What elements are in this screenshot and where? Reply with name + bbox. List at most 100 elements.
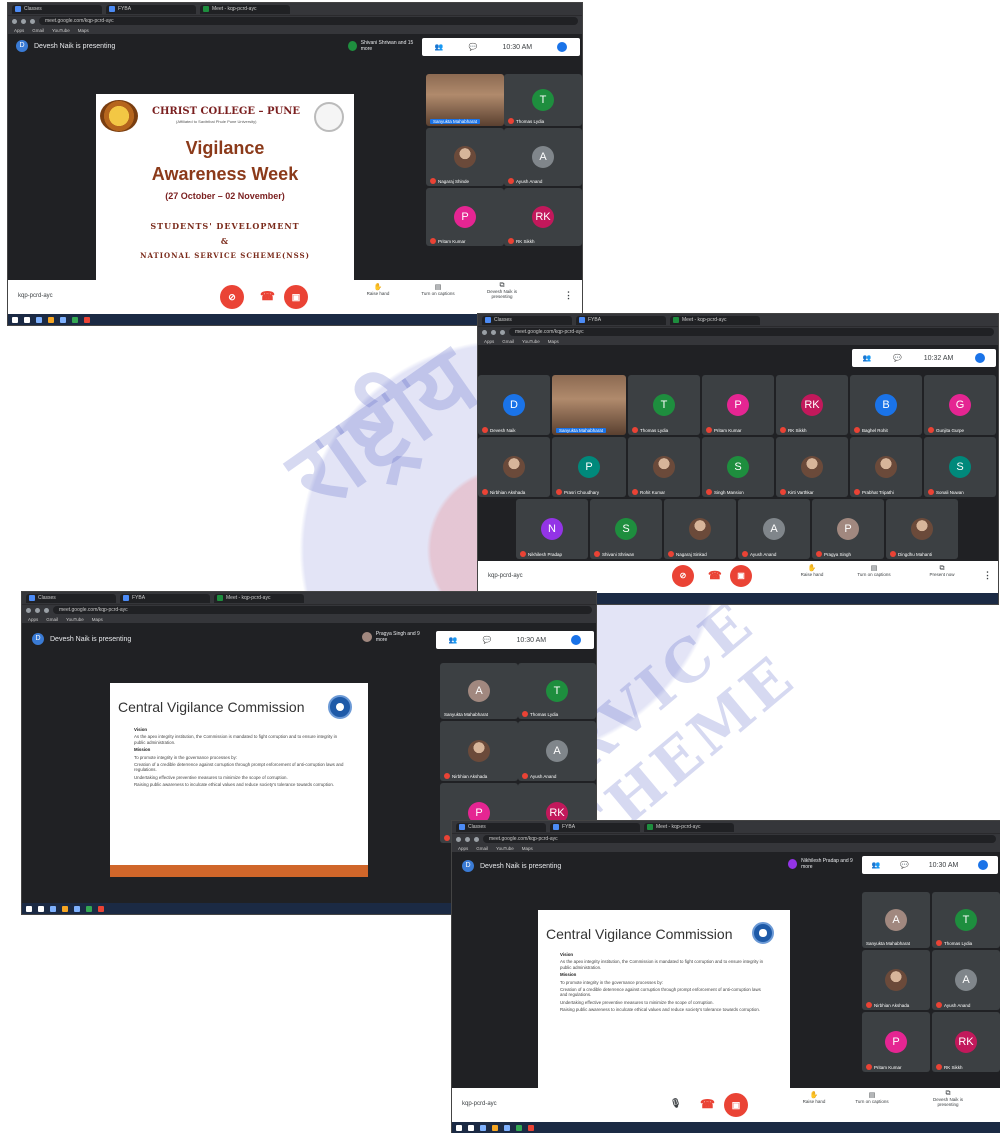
bookmark-apps[interactable]: Apps	[484, 339, 494, 344]
bookmark-apps[interactable]: Apps	[14, 28, 24, 33]
chat-icon[interactable]: 💬	[469, 43, 478, 51]
forward-icon[interactable]	[21, 18, 26, 24]
presenting-button[interactable]: ⧉ Devesh Naik is presenting	[482, 282, 522, 299]
chrome-icon[interactable]	[516, 1124, 522, 1131]
tab-meet[interactable]: Meet - kqp-pcrd-ayc	[214, 593, 304, 603]
participant-tile[interactable]: S Shivani Shriwan	[590, 499, 662, 559]
tab-classes[interactable]: Classes	[26, 593, 116, 603]
tab-classes[interactable]: Classes	[482, 315, 572, 325]
presenting-button[interactable]: ⧉ Devesh Naik is presenting	[928, 1090, 968, 1107]
reload-icon[interactable]	[44, 607, 49, 613]
url-field[interactable]: meet.google.com/kqp-pcrd-ayc	[39, 17, 578, 25]
url-field[interactable]: meet.google.com/kqp-pcrd-ayc	[53, 606, 592, 614]
app-icon[interactable]	[98, 905, 104, 912]
bookmark-gmail[interactable]: Gmail	[46, 617, 58, 622]
task-view-icon[interactable]	[36, 316, 42, 323]
forward-icon[interactable]	[465, 836, 470, 842]
tab-meet[interactable]: Meet - kqp-pcrd-ayc	[670, 315, 760, 325]
camera-toggle-button[interactable]: ▣	[284, 285, 308, 309]
chrome-icon[interactable]	[72, 316, 78, 323]
participant-tile[interactable]: G Gunjita Gurpe	[924, 375, 996, 435]
participant-tile[interactable]: B Baghel Rohit	[850, 375, 922, 435]
task-view-icon[interactable]	[480, 1124, 486, 1131]
windows-start-icon[interactable]	[456, 1124, 462, 1131]
forward-icon[interactable]	[35, 607, 40, 613]
task-view-icon[interactable]	[50, 905, 56, 912]
participant-tile[interactable]: Nagaraj Shinde	[426, 128, 504, 186]
user-avatar[interactable]	[975, 353, 986, 363]
windows-start-icon[interactable]	[26, 905, 32, 912]
participant-tile[interactable]: RK RK Sikkh	[504, 188, 582, 246]
hang-up-icon[interactable]: ☎	[700, 1097, 715, 1111]
bookmark-youtube[interactable]: YouTube	[496, 846, 514, 851]
tab-fyba[interactable]: FYBA	[120, 593, 210, 603]
participant-tile[interactable]: S Sonali Nuwan	[924, 437, 996, 497]
mic-toggle-button[interactable]: ⊘	[220, 285, 244, 309]
participant-tile[interactable]: T Thomas Lydia	[932, 892, 1000, 948]
raise-hand-button[interactable]: ✋ Raise hand	[358, 284, 398, 296]
explorer-icon[interactable]	[62, 905, 68, 912]
bookmark-gmail[interactable]: Gmail	[476, 846, 488, 851]
mic-toggle-button[interactable]: ⊘	[672, 565, 694, 587]
meeting-code[interactable]: kqp-pcrd-ayc	[462, 1101, 497, 1107]
participant-video-tile[interactable]: Sanyukta Mahabharat	[552, 375, 626, 435]
bookmark-youtube[interactable]: YouTube	[522, 339, 540, 344]
participant-tile[interactable]: Nirbhian Akshada	[862, 950, 930, 1010]
participant-tile[interactable]: D Devesh Naik	[478, 375, 550, 435]
tab-fyba[interactable]: FYBA	[550, 822, 640, 832]
chat-icon[interactable]: 💬	[900, 861, 909, 869]
participant-tile[interactable]: P Pragya Singh	[812, 499, 884, 559]
hang-up-icon[interactable]: ☎	[260, 289, 275, 303]
bookmark-apps[interactable]: Apps	[458, 846, 468, 851]
reload-icon[interactable]	[500, 329, 505, 335]
tab-meet[interactable]: Meet - kqp-pcrd-ayc	[200, 4, 290, 14]
participant-tile[interactable]: PPritam Kumar	[862, 1012, 930, 1072]
mic-icon[interactable]: 🎙	[670, 1098, 681, 1109]
user-avatar[interactable]	[978, 860, 989, 870]
participant-tile[interactable]: RKRK Sikkh	[932, 1012, 1000, 1072]
people-icon[interactable]: 👥	[872, 861, 881, 869]
url-field[interactable]: meet.google.com/kqp-pcrd-ayc	[483, 835, 996, 843]
chat-icon[interactable]: 💬	[893, 354, 902, 362]
edge-icon[interactable]	[60, 316, 66, 323]
windows-start-icon[interactable]	[12, 316, 18, 323]
participant-tile[interactable]: A Ayush Anand	[932, 950, 1000, 1010]
back-icon[interactable]	[26, 607, 31, 613]
bookmark-gmail[interactable]: Gmail	[32, 28, 44, 33]
meeting-code[interactable]: kqp-pcrd-ayc	[18, 293, 53, 299]
app-icon[interactable]	[528, 1124, 534, 1131]
participant-tile[interactable]: S Singh Mansion	[702, 437, 774, 497]
chrome-icon[interactable]	[86, 905, 92, 912]
raise-hand-button[interactable]: ✋ Raise hand	[792, 565, 832, 577]
participant-tile[interactable]: Prabhat Tripathi	[850, 437, 922, 497]
more-options-icon[interactable]: ⋮	[983, 570, 992, 581]
participant-tile[interactable]: Rohit Kumar	[628, 437, 700, 497]
people-icon[interactable]: 👥	[435, 43, 444, 51]
participant-tile[interactable]: Nagaraj Sinkad	[664, 499, 736, 559]
participant-tile[interactable]: A Sanyukta Mahabharat	[862, 892, 930, 948]
bookmark-maps[interactable]: Maps	[92, 617, 103, 622]
chat-icon[interactable]: 💬	[483, 636, 492, 644]
user-avatar[interactable]	[571, 635, 582, 645]
edge-icon[interactable]	[74, 905, 80, 912]
participant-tile[interactable]: Nirbhian Akshada	[478, 437, 550, 497]
participant-tile[interactable]: A Ayush Anand	[738, 499, 810, 559]
meeting-code[interactable]: kqp-pcrd-ayc	[488, 573, 523, 579]
hang-up-icon[interactable]: ☎	[708, 569, 722, 582]
people-icon[interactable]: 👥	[449, 636, 458, 644]
participant-tile[interactable]: T Thomas Lydia	[628, 375, 700, 435]
search-icon[interactable]	[38, 905, 44, 912]
tab-classes[interactable]: Classes	[456, 822, 546, 832]
tab-meet[interactable]: Meet - kqp-pcrd-ayc	[644, 822, 734, 832]
participant-tile[interactable]: T Thomas Lydia	[518, 663, 596, 719]
camera-toggle-button[interactable]: ▣	[730, 565, 752, 587]
reload-icon[interactable]	[30, 18, 35, 24]
more-options-icon[interactable]: ⋮	[564, 290, 573, 301]
captions-button[interactable]: ▤ Turn on captions	[418, 284, 458, 296]
participant-tile[interactable]: Nirbhian Akshada	[440, 721, 518, 781]
participant-tile[interactable]: N Nikhilesh Pradap	[516, 499, 588, 559]
people-icon[interactable]: 👥	[863, 354, 872, 362]
participant-tile[interactable]: T Thomas Lydia	[504, 74, 582, 126]
bookmark-maps[interactable]: Maps	[522, 846, 533, 851]
participant-tile[interactable]: Kirti Varthkar	[776, 437, 848, 497]
